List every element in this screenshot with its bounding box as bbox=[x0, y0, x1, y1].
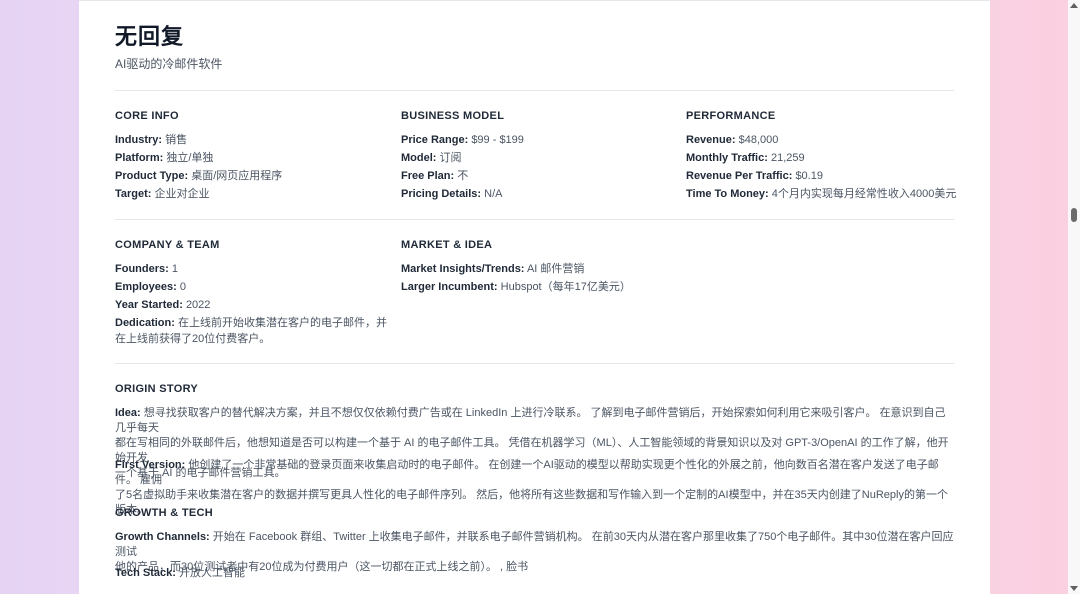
performance-monthly-traffic: Monthly Traffic: 21,259 bbox=[686, 152, 805, 164]
core-info-industry: Industry: 销售 bbox=[115, 134, 188, 146]
divider bbox=[115, 363, 954, 364]
scrollbar-thumb[interactable] bbox=[1071, 208, 1077, 222]
company-team-heading: COMPANY & TEAM bbox=[115, 239, 220, 251]
company-team-dedication: Dedication: 在上线前开始收集潜在客户的电子邮件，并 在上线前获得了20… bbox=[115, 317, 387, 345]
page-subtitle: AI驱动的冷邮件软件 bbox=[115, 57, 223, 71]
divider bbox=[115, 90, 954, 91]
page-title: 无回复 bbox=[115, 24, 185, 49]
business-model-free-plan: Free Plan: 不 bbox=[401, 170, 469, 182]
scroll-down-arrow-icon[interactable] bbox=[1070, 586, 1078, 591]
performance-time-to-money: Time To Money: 4个月内实现每月经常性收入4000美元 bbox=[686, 188, 957, 200]
company-team-employees: Employees: 0 bbox=[115, 281, 186, 293]
core-info-platform: Platform: 独立/单独 bbox=[115, 152, 214, 164]
business-model-price-range: Price Range: $99 - $199 bbox=[401, 134, 524, 146]
core-info-product-type: Product Type: 桌面/网页应用程序 bbox=[115, 170, 283, 182]
market-idea-heading: MARKET & IDEA bbox=[401, 239, 493, 251]
origin-story-first-version: First Version: 他创建了一个非常基础的登录页面来收集启动时的电子邮… bbox=[115, 459, 948, 516]
business-model-pricing-details: Pricing Details: N/A bbox=[401, 188, 503, 200]
market-idea-incumbent: Larger Incumbent: Hubspot（每年17亿美元） bbox=[401, 281, 631, 293]
company-team-founders: Founders: 1 bbox=[115, 263, 178, 275]
origin-story-heading: ORIGIN STORY bbox=[115, 383, 199, 395]
performance-revenue-per-traffic: Revenue Per Traffic: $0.19 bbox=[686, 170, 823, 182]
tech-stack: Tech Stack: 开放人工智能 bbox=[115, 567, 245, 579]
growth-tech-heading: GROWTH & TECH bbox=[115, 507, 214, 519]
core-info-heading: CORE INFO bbox=[115, 110, 179, 122]
business-model-heading: BUSINESS MODEL bbox=[401, 110, 505, 122]
company-team-year-started: Year Started: 2022 bbox=[115, 299, 211, 311]
business-model-model: Model: 订阅 bbox=[401, 152, 462, 164]
vertical-scrollbar[interactable] bbox=[1068, 0, 1080, 594]
startup-detail-card: 无回复 AI驱动的冷邮件软件 CORE INFO Industry: 销售 Pl… bbox=[79, 0, 990, 594]
divider bbox=[115, 219, 954, 220]
scroll-up-arrow-icon[interactable] bbox=[1070, 3, 1078, 8]
performance-revenue: Revenue: $48,000 bbox=[686, 134, 779, 146]
performance-heading: PERFORMANCE bbox=[686, 110, 776, 122]
market-idea-insights: Market Insights/Trends: AI 邮件营销 bbox=[401, 263, 585, 275]
core-info-target: Target: 企业对企业 bbox=[115, 188, 210, 200]
